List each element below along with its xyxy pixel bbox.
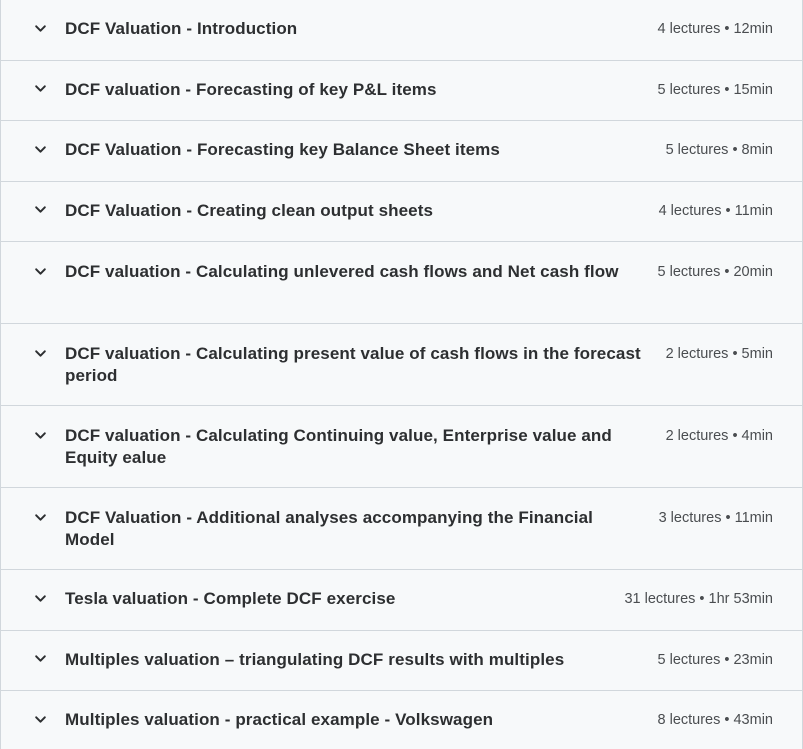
section-meta: 8 lectures • 43min	[657, 712, 774, 728]
section-forecasting-pl[interactable]: DCF valuation - Forecasting of key P&L i…	[1, 60, 802, 121]
chevron-down-icon[interactable]	[32, 427, 48, 443]
section-continuing-value[interactable]: DCF valuation - Calculating Continuing v…	[1, 406, 802, 488]
section-title: DCF valuation - Calculating Continuing v…	[65, 426, 612, 467]
section-forecasting-balance-sheet[interactable]: DCF Valuation - Forecasting key Balance …	[1, 121, 802, 182]
section-title: DCF valuation - Calculating unlevered ca…	[65, 262, 619, 281]
section-meta: 5 lectures • 15min	[657, 81, 774, 98]
section-multiples-triangulating[interactable]: Multiples valuation – triangulating DCF …	[1, 630, 802, 691]
chevron-down-icon[interactable]	[32, 711, 48, 727]
section-meta: 5 lectures • 8min	[665, 142, 773, 158]
section-unlevered-cash-flows[interactable]: DCF valuation - Calculating unlevered ca…	[1, 242, 802, 324]
section-title: DCF Valuation - Introduction	[65, 19, 298, 38]
section-meta: 2 lectures • 4min	[665, 428, 773, 444]
section-meta: 5 lectures • 23min	[657, 651, 774, 668]
chevron-down-icon[interactable]	[32, 263, 48, 279]
chevron-down-icon[interactable]	[32, 509, 48, 525]
section-tesla-valuation[interactable]: Tesla valuation - Complete DCF exercise …	[1, 570, 802, 631]
chevron-down-icon[interactable]	[32, 81, 48, 97]
section-title: Multiples valuation - practical example …	[65, 710, 494, 729]
chevron-down-icon[interactable]	[32, 651, 48, 667]
section-title: DCF valuation - Calculating present valu…	[65, 344, 641, 385]
section-output-sheets[interactable]: DCF Valuation - Creating clean output sh…	[1, 181, 802, 242]
chevron-down-icon[interactable]	[32, 202, 48, 218]
section-present-value[interactable]: DCF valuation - Calculating present valu…	[1, 324, 802, 406]
section-meta: 4 lectures • 11min	[658, 202, 773, 219]
chevron-down-icon[interactable]	[32, 141, 48, 157]
section-meta: 31 lectures • 1hr 53min	[624, 591, 773, 607]
section-introduction[interactable]: DCF Valuation - Introduction 4 lectures …	[1, 0, 802, 61]
section-additional-analyses[interactable]: DCF Valuation - Additional analyses acco…	[1, 488, 802, 570]
section-title: Multiples valuation – triangulating DCF …	[65, 649, 565, 669]
chevron-down-icon[interactable]	[32, 590, 48, 606]
section-meta: 4 lectures • 12min	[657, 21, 774, 37]
section-multiples-volkswagen[interactable]: Multiples valuation - practical example …	[1, 691, 802, 749]
section-meta: 5 lectures • 20min	[657, 264, 774, 280]
chevron-down-icon[interactable]	[32, 345, 48, 361]
course-curriculum: DCF Valuation - Introduction 4 lectures …	[0, 0, 803, 749]
section-title: DCF Valuation - Creating clean output sh…	[65, 200, 434, 220]
section-meta: 3 lectures • 11min	[658, 510, 773, 526]
section-title: DCF valuation - Forecasting of key P&L i…	[65, 79, 437, 99]
section-title: DCF Valuation - Additional analyses acco…	[65, 508, 593, 549]
section-title: Tesla valuation - Complete DCF exercise	[65, 589, 396, 608]
chevron-down-icon[interactable]	[32, 20, 48, 36]
section-meta: 2 lectures • 5min	[665, 346, 773, 362]
section-title: DCF Valuation - Forecasting key Balance …	[65, 140, 500, 159]
